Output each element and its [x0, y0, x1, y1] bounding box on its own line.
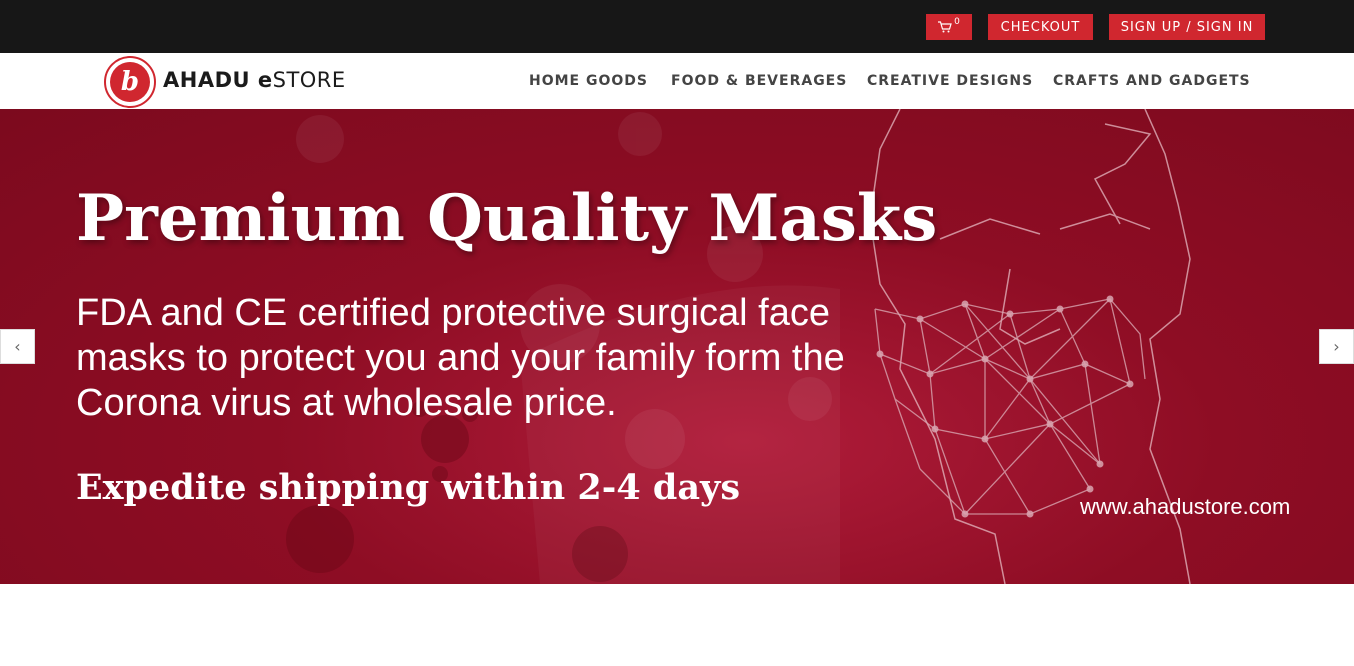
slider-next-button[interactable]: › — [1319, 329, 1354, 364]
top-bar: 0 CHECKOUT SIGN UP / SIGN IN — [0, 0, 1354, 53]
slider-prev-button[interactable]: ‹ — [0, 329, 35, 364]
cart-button[interactable]: 0 — [926, 14, 972, 40]
chevron-right-icon: › — [1333, 337, 1340, 356]
hero-shipping-note: Expedite shipping within 2-4 days — [76, 467, 741, 508]
nav-food-beverages[interactable]: FOOD & BEVERAGES — [671, 73, 847, 89]
brand-name[interactable]: AHADU eSTORE — [163, 68, 346, 92]
logo-mark: b — [110, 62, 150, 102]
logo[interactable]: b — [104, 56, 156, 108]
checkout-button[interactable]: CHECKOUT — [988, 14, 1093, 40]
cart-icon — [938, 21, 952, 33]
main-navbar: b AHADU eSTORE HOME GOODS FOOD & BEVERAG… — [0, 53, 1354, 109]
nav-home-goods[interactable]: HOME GOODS — [529, 73, 648, 89]
hero-url: www.ahadustore.com — [1080, 494, 1291, 519]
hero-title: Premium Quality Masks — [76, 181, 938, 256]
brand-bold: AHADU e — [163, 68, 273, 92]
hero-description: FDA and CE certified protective surgical… — [76, 292, 845, 424]
nav-crafts-gadgets[interactable]: CRAFTS AND GADGETS — [1053, 73, 1251, 89]
cart-count: 0 — [954, 17, 960, 27]
chevron-left-icon: ‹ — [14, 337, 21, 356]
signin-button[interactable]: SIGN UP / SIGN IN — [1109, 14, 1265, 40]
brand-rest: STORE — [272, 68, 346, 92]
hero-banner[interactable]: Premium Quality Masks FDA and CE certifi… — [0, 109, 1354, 584]
nav-creative-designs[interactable]: CREATIVE DESIGNS — [867, 73, 1033, 89]
